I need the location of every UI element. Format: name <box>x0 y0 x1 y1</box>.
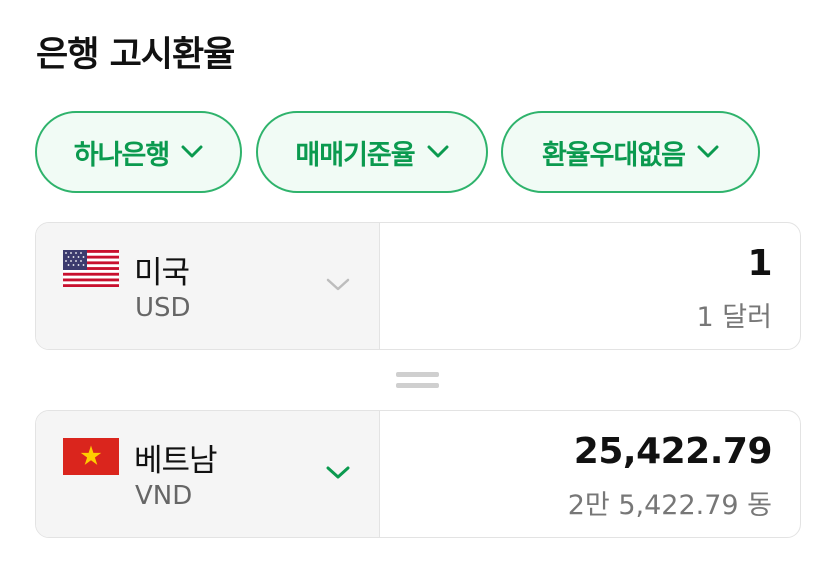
from-amount-text: 1 달러 <box>696 302 772 333</box>
from-currency-code: USD <box>135 293 191 323</box>
page-title: 은행 고시환율 <box>36 35 235 75</box>
chevron-down-icon <box>326 277 350 296</box>
chevron-down-icon <box>326 465 350 484</box>
bank-filter-button[interactable]: 하나은행 <box>35 111 242 193</box>
preferential-rate-filter-button[interactable]: 환율우대없음 <box>501 111 760 193</box>
preferential-rate-filter-label: 환율우대없음 <box>541 139 686 171</box>
from-amount-input[interactable]: 1 1 달러 <box>381 223 800 349</box>
to-currency-card: 베트남 VND 25,422.79 2만 5,422.79 동 <box>35 410 801 538</box>
vietnam-flag-icon <box>63 438 119 475</box>
to-currency-name: 베트남 <box>134 443 218 479</box>
from-currency-name: 미국 <box>134 255 190 291</box>
to-currency-select[interactable]: 베트남 VND <box>36 411 380 537</box>
exchange-rate-widget: 은행 고시환율 하나은행 매매기준율 환율우대없음 미국 USD 1 1 달러 … <box>0 0 835 562</box>
to-currency-code: VND <box>135 481 193 511</box>
chevron-down-icon <box>181 145 203 159</box>
from-amount-value: 1 <box>747 243 772 284</box>
to-amount-text: 2만 5,422.79 동 <box>567 490 772 521</box>
equals-icon <box>396 370 439 390</box>
chevron-down-icon <box>427 145 449 159</box>
bank-filter-label: 하나은행 <box>73 139 170 171</box>
rate-type-filter-button[interactable]: 매매기준율 <box>256 111 488 193</box>
from-currency-card: 미국 USD 1 1 달러 <box>35 222 801 350</box>
from-currency-select[interactable]: 미국 USD <box>36 223 380 349</box>
chevron-down-icon <box>697 145 719 159</box>
us-flag-icon <box>63 250 119 287</box>
to-amount-value: 25,422.79 <box>573 431 773 472</box>
to-amount-display[interactable]: 25,422.79 2만 5,422.79 동 <box>381 411 800 537</box>
rate-type-filter-label: 매매기준율 <box>295 139 415 171</box>
